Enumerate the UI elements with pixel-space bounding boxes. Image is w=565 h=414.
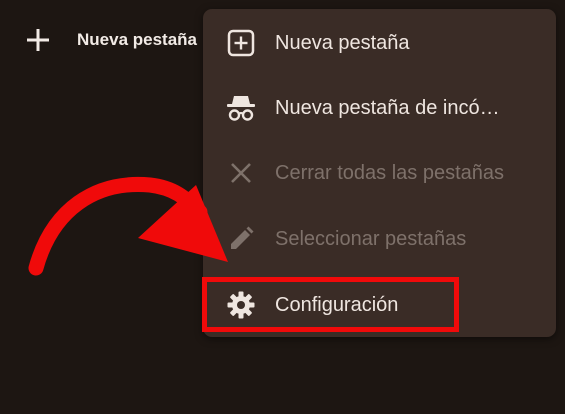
add-box-icon — [225, 27, 257, 59]
menu-item-label: Cerrar todas las pestañas — [275, 161, 505, 184]
menu-item-label: Nueva pestaña — [275, 31, 410, 54]
menu-item-new-tab[interactable]: Nueva pestaña — [203, 17, 556, 69]
menu-item-close-all-tabs[interactable]: Cerrar todas las pestañas — [203, 147, 556, 199]
annotation-highlight-box — [202, 277, 459, 332]
close-icon — [225, 157, 257, 189]
menu-item-select-tabs[interactable]: Seleccionar pestañas — [203, 213, 556, 265]
incognito-icon — [225, 92, 257, 124]
screen: Nueva pestaña Nueva pestaña Nueva pestañ… — [0, 0, 565, 414]
new-tab-button-label[interactable]: Nueva pestaña — [77, 30, 197, 50]
menu-item-new-incognito-tab[interactable]: Nueva pestaña de incó… — [203, 82, 556, 134]
menu-item-label: Nueva pestaña de incó… — [275, 96, 500, 119]
plus-icon[interactable] — [24, 26, 52, 54]
pencil-icon — [225, 223, 257, 255]
menu-item-label: Seleccionar pestañas — [275, 227, 467, 250]
